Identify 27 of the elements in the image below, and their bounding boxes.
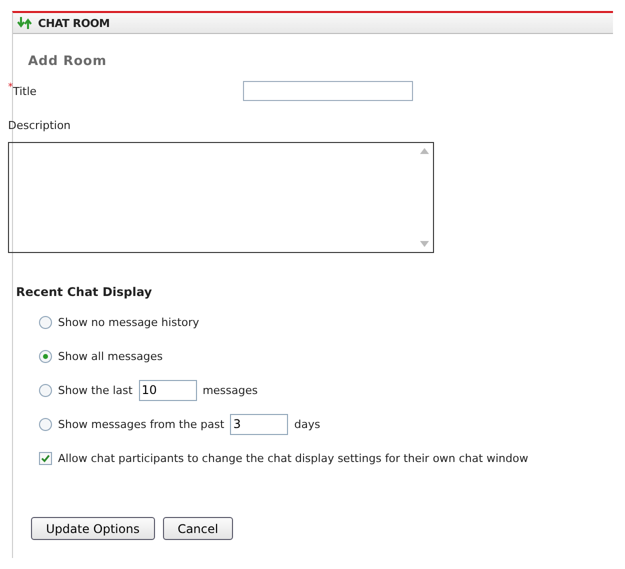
option-label: Show no message history <box>58 316 200 328</box>
cancel-button[interactable]: Cancel <box>162 517 234 540</box>
option-label: Show messages from the past <box>58 418 224 430</box>
scroll-up-icon[interactable] <box>420 148 428 154</box>
title-input[interactable] <box>242 81 413 101</box>
checkbox[interactable] <box>39 452 52 464</box>
scroll-down-icon[interactable] <box>420 241 428 247</box>
radio-button[interactable] <box>39 350 52 362</box>
form-heading: Add Room <box>28 54 108 69</box>
update-button[interactable]: Update Options <box>31 517 155 540</box>
radio-button[interactable] <box>39 418 52 430</box>
unit-label: messages <box>202 384 258 396</box>
section-heading: Recent Chat Display <box>16 285 153 299</box>
description-textarea[interactable] <box>8 142 434 253</box>
checkbox-label: Allow chat participants to change the chat display settings for their own chat window <box>58 452 528 464</box>
option-label: Show all messages <box>58 350 163 362</box>
number-input[interactable]: 3 <box>230 414 288 434</box>
description-label: Description <box>8 119 72 132</box>
required-mark: * <box>8 82 13 93</box>
panel-title: CHAT ROOM <box>38 16 110 30</box>
number-input[interactable]: 10 <box>138 380 197 400</box>
radio-button[interactable] <box>39 384 52 396</box>
option-label: Show the last <box>58 384 133 396</box>
title-label: Title <box>13 84 37 98</box>
unit-label: days <box>294 418 320 430</box>
arrows-icon <box>16 16 34 30</box>
radio-button[interactable] <box>39 316 52 328</box>
